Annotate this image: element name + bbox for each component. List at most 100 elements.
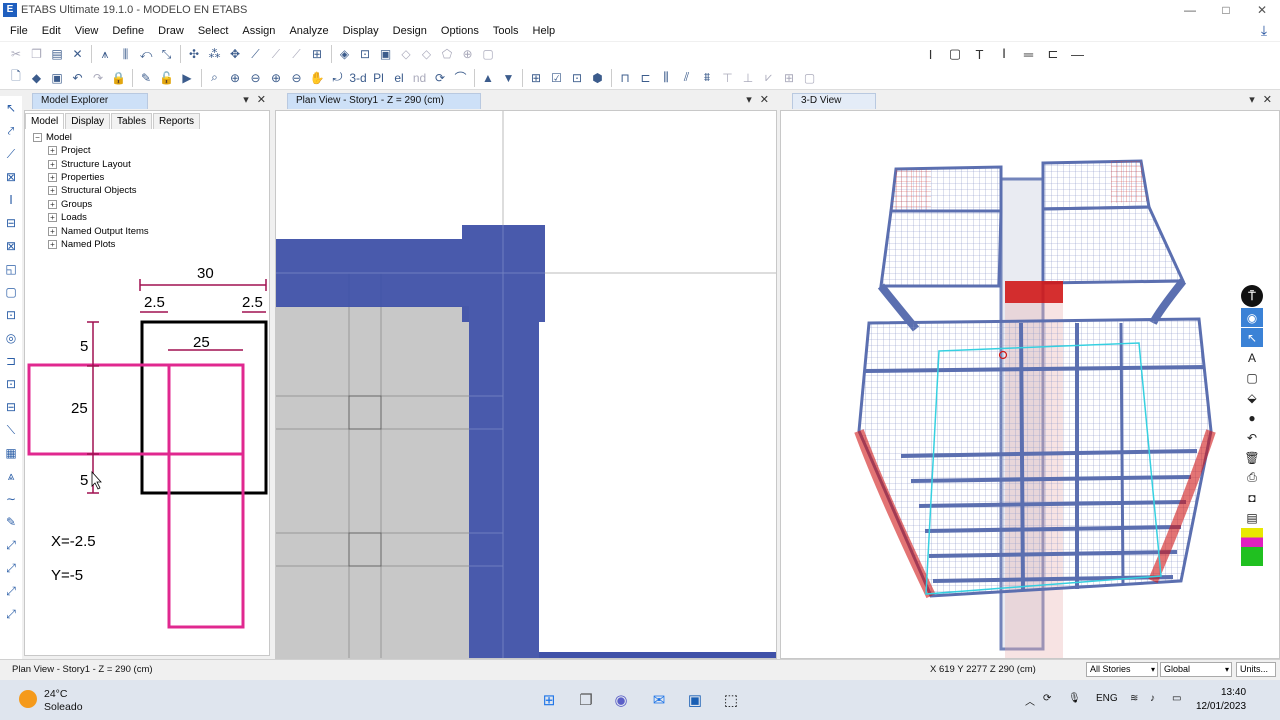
perspective-icon[interactable]: ⌒ bbox=[451, 68, 471, 88]
clipboard-icon[interactable]: ▤ bbox=[1241, 508, 1263, 527]
maximize-button[interactable]: □ bbox=[1208, 0, 1244, 20]
grid-elem-icon[interactable]: ⊞ bbox=[779, 68, 799, 88]
edit-joint-icon[interactable]: ◈ bbox=[335, 44, 355, 64]
undo-icon[interactable]: ↶ bbox=[68, 68, 88, 88]
draw-column-icon[interactable]: Ⅰ bbox=[1, 190, 21, 210]
draw-brace-icon[interactable]: ⊠ bbox=[1, 236, 21, 256]
menu-edit[interactable]: Edit bbox=[35, 25, 68, 37]
set-display-icon[interactable]: ⊞ bbox=[526, 68, 546, 88]
units-button[interactable]: Units... bbox=[1236, 662, 1276, 677]
box-elem-icon[interactable]: ▢ bbox=[800, 68, 820, 88]
open-icon[interactable]: ◆ bbox=[27, 68, 47, 88]
move-up-icon[interactable]: ▲ bbox=[478, 68, 498, 88]
menu-options[interactable]: Options bbox=[434, 25, 486, 37]
move-down-icon[interactable]: ▼ bbox=[499, 68, 519, 88]
zoom-in-icon[interactable]: ⊕ bbox=[225, 68, 245, 88]
zoom-out-icon[interactable]: ⊖ bbox=[246, 68, 266, 88]
tree-item-structural-objects[interactable]: + Structural Objects bbox=[33, 184, 149, 197]
draw-joint-icon[interactable]: ⟋ bbox=[1, 144, 21, 164]
pencil-icon[interactable]: ✎ bbox=[136, 68, 156, 88]
plan-view-icon[interactable]: Pl bbox=[369, 68, 389, 88]
replicate-icon[interactable]: ⁂ bbox=[205, 44, 225, 64]
app-taskbar-icon[interactable]: ⬚ bbox=[719, 688, 743, 712]
camera-icon[interactable]: ◘ bbox=[1241, 488, 1263, 507]
color-palette-icon[interactable] bbox=[1241, 528, 1263, 566]
brace-icon[interactable]: ⫽ bbox=[677, 68, 697, 88]
start-icon[interactable]: ⊞ bbox=[537, 688, 561, 712]
menu-view[interactable]: View bbox=[68, 25, 106, 37]
language-indicator[interactable]: ENG bbox=[1096, 693, 1118, 704]
delete-icon[interactable]: ✕ bbox=[68, 44, 88, 64]
compass-icon[interactable]: ⍑ bbox=[1241, 285, 1263, 307]
menu-design[interactable]: Design bbox=[386, 25, 434, 37]
draw-frame-icon[interactable]: ⊠ bbox=[1, 167, 21, 187]
minimize-button[interactable]: — bbox=[1172, 0, 1208, 20]
expand-icon[interactable]: + bbox=[48, 172, 57, 182]
draw-grid-icon[interactable]: ▦ bbox=[1, 443, 21, 463]
plan-view-canvas[interactable] bbox=[275, 110, 777, 659]
tree-item-named-plots[interactable]: + Named Plots bbox=[33, 238, 149, 251]
menu-file[interactable]: File bbox=[3, 25, 35, 37]
menu-help[interactable]: Help bbox=[526, 25, 563, 37]
draw-section-icon[interactable]: ⊟ bbox=[1, 397, 21, 417]
menu-assign[interactable]: Assign bbox=[235, 25, 282, 37]
trash-icon[interactable]: 🗑 bbox=[1241, 448, 1263, 467]
mail-icon[interactable]: ✉ bbox=[647, 688, 671, 712]
tree-item-properties[interactable]: + Properties bbox=[33, 171, 149, 184]
draw-tendon-icon[interactable]: ⟍ bbox=[1, 420, 21, 440]
view-3d-icon[interactable]: 3-d bbox=[348, 68, 368, 88]
divide-icon[interactable]: ⟋ bbox=[266, 44, 286, 64]
close-panel-icon[interactable]: ✕ bbox=[1263, 93, 1272, 106]
draw-slab-icon[interactable]: ▢ bbox=[1, 282, 21, 302]
tree-item-structure-layout[interactable]: + Structure Layout bbox=[33, 157, 149, 170]
wifi-icon[interactable]: ≋ bbox=[1130, 693, 1138, 704]
node-view-icon[interactable]: nd bbox=[410, 68, 430, 88]
download-icon[interactable]: ⤓ bbox=[1256, 22, 1272, 38]
rotate-view-icon[interactable]: ⟳ bbox=[430, 68, 450, 88]
teams-icon[interactable]: ◉ bbox=[609, 688, 633, 712]
rotate-icon[interactable]: ⤾ bbox=[328, 68, 348, 88]
view3d-tab[interactable]: 3-D View bbox=[792, 93, 876, 109]
pan-icon[interactable]: ✣ bbox=[184, 44, 204, 64]
clock-date[interactable]: 12/01/2023 bbox=[1196, 701, 1246, 712]
box-icon[interactable]: ▢ bbox=[1241, 368, 1263, 387]
pan-view-icon[interactable]: ✋ bbox=[307, 68, 327, 88]
stories-select[interactable]: All Stories ▾ bbox=[1086, 662, 1158, 677]
microphone-icon[interactable]: 🎙 bbox=[1068, 693, 1081, 704]
move-icon[interactable]: ⤡ bbox=[157, 44, 177, 64]
expand-icon[interactable]: + bbox=[48, 146, 57, 156]
text-icon[interactable]: A bbox=[1241, 348, 1263, 367]
tray-chevron-icon[interactable]: ︿ bbox=[1025, 693, 1035, 708]
save-icon[interactable]: ▣ bbox=[47, 68, 67, 88]
tree-item-loads[interactable]: + Loads bbox=[33, 211, 149, 224]
pointer-icon[interactable]: ↖ bbox=[1241, 328, 1263, 347]
menu-define[interactable]: Define bbox=[105, 25, 151, 37]
box-format-icon[interactable]: ▢ bbox=[943, 44, 967, 64]
draw-deck-icon[interactable]: ◎ bbox=[1, 328, 21, 348]
line-format-icon[interactable]: ═ bbox=[1017, 44, 1041, 64]
column-icon[interactable]: ⊏ bbox=[636, 68, 656, 88]
assign-icon[interactable]: ⊡ bbox=[567, 68, 587, 88]
expand-icon[interactable]: + bbox=[48, 226, 57, 236]
weather-description[interactable]: Soleado bbox=[44, 701, 83, 713]
wall-icon[interactable]: ▣ bbox=[376, 44, 396, 64]
dropdown-icon[interactable]: ▾ bbox=[1249, 93, 1255, 106]
elevation-view-icon[interactable]: el bbox=[389, 68, 409, 88]
tab-display[interactable]: Display bbox=[65, 113, 111, 129]
slab-elem-icon[interactable]: ⊤ bbox=[718, 68, 738, 88]
column-format-icon[interactable]: Ⅰ bbox=[992, 44, 1016, 64]
grid-tool-icon[interactable]: ⫼ bbox=[116, 44, 136, 64]
lock-icon[interactable]: 🔒 bbox=[109, 68, 129, 88]
lock-model-icon[interactable]: 🔓 bbox=[157, 68, 177, 88]
model-explorer-title[interactable]: Model Explorer bbox=[32, 93, 148, 109]
extrude-icon[interactable]: ⊞ bbox=[307, 44, 327, 64]
coord-system-select[interactable]: Global ▾ bbox=[1160, 662, 1232, 677]
frame-icon[interactable]: ⊓ bbox=[615, 68, 635, 88]
draw-stair-icon[interactable]: ⩓ bbox=[1, 466, 21, 486]
close-button[interactable]: ✕ bbox=[1244, 0, 1280, 20]
zoom-prev-icon[interactable]: ⊖ bbox=[287, 68, 307, 88]
select-all-icon[interactable]: ⤢ bbox=[1, 535, 21, 555]
title-format-icon[interactable]: T bbox=[968, 44, 992, 64]
tab-tables[interactable]: Tables bbox=[111, 113, 152, 129]
link-icon[interactable]: ⊕ bbox=[458, 44, 478, 64]
